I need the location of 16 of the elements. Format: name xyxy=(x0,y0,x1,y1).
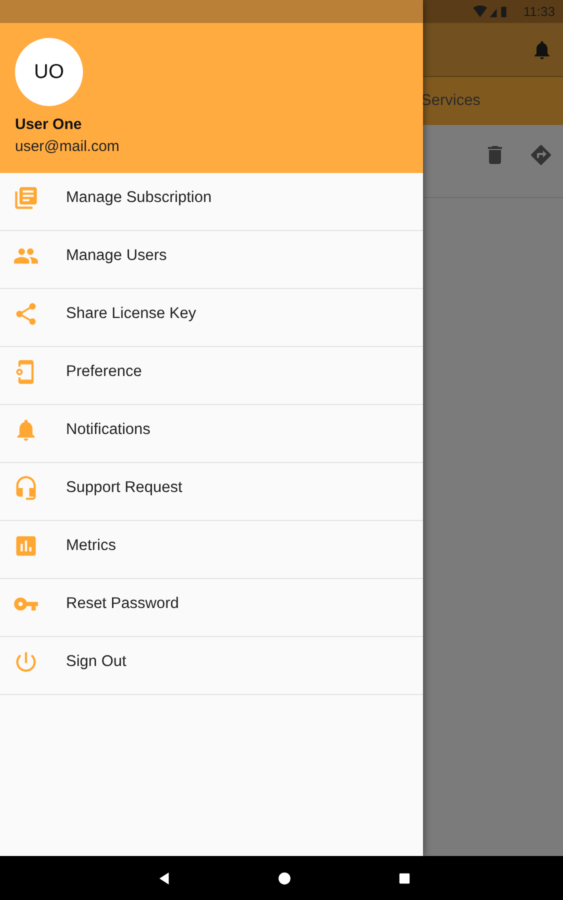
user-name: User One xyxy=(15,116,82,133)
menu-item[interactable]: Metrics xyxy=(0,521,423,579)
user-avatar: UO xyxy=(15,38,83,106)
menu-item[interactable]: Preference xyxy=(0,347,423,405)
status-time: 11:33 xyxy=(523,4,555,19)
menu-item[interactable]: Manage Subscription xyxy=(0,173,423,231)
directions-icon[interactable] xyxy=(529,143,553,167)
user-email: user@mail.com xyxy=(15,138,120,155)
menu-item[interactable]: Reset Password xyxy=(0,579,423,637)
menu-item[interactable]: Manage Users xyxy=(0,231,423,289)
menu-item[interactable]: Support Request xyxy=(0,463,423,521)
menu-item[interactable]: Sign Out xyxy=(0,637,423,695)
subscription-icon xyxy=(13,184,39,210)
menu-item[interactable]: Share License Key xyxy=(0,289,423,347)
home-icon[interactable] xyxy=(276,870,292,886)
menu-item[interactable]: Notifications xyxy=(0,405,423,463)
